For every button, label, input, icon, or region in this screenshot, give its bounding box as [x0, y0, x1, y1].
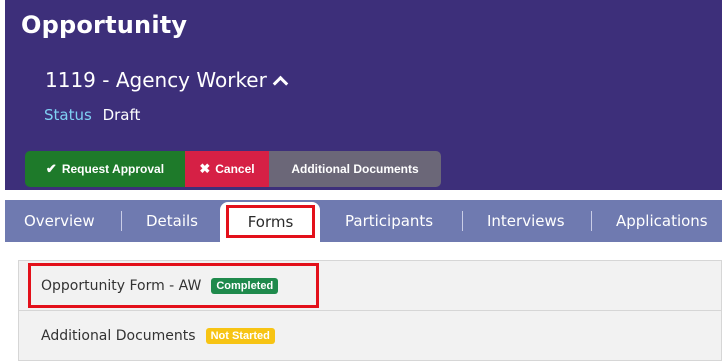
additional-documents-label: Additional Documents	[291, 162, 419, 176]
chevron-up-icon[interactable]	[272, 75, 289, 91]
page-title: Opportunity	[21, 11, 188, 39]
tab-divider	[591, 211, 592, 231]
request-approval-label: Request Approval	[61, 162, 165, 176]
additional-documents-button[interactable]: Additional Documents	[269, 151, 441, 187]
action-button-group: ✔ Request Approval ✖ Cancel Additional D…	[25, 151, 441, 187]
status-badge: Not Started	[205, 328, 275, 344]
close-icon: ✖	[199, 161, 211, 176]
tab-details[interactable]: Details	[146, 200, 198, 242]
tab-participants[interactable]: Participants	[345, 200, 433, 242]
form-name[interactable]: Additional Documents	[41, 328, 196, 344]
tab-divider	[121, 211, 122, 231]
checkmark-icon: ✔	[45, 161, 57, 176]
cancel-button[interactable]: ✖ Cancel	[185, 151, 269, 187]
tab-applications[interactable]: Applications	[616, 200, 708, 242]
record-title-text: 1119 - Agency Worker	[45, 68, 267, 92]
status-label: Status	[44, 106, 92, 124]
highlight-annotation	[28, 263, 319, 308]
cancel-label: Cancel	[215, 162, 255, 176]
status-line: Status Draft	[44, 106, 140, 124]
tab-bar: Overview Details Participants Interviews…	[5, 200, 722, 242]
list-item[interactable]: Additional Documents Not Started	[19, 311, 722, 361]
tab-divider	[462, 211, 463, 231]
tab-interviews[interactable]: Interviews	[487, 200, 565, 242]
tab-forms[interactable]: Forms	[226, 205, 315, 238]
status-value: Draft	[102, 106, 141, 124]
request-approval-button[interactable]: ✔ Request Approval	[25, 151, 185, 187]
record-title[interactable]: 1119 - Agency Worker	[45, 68, 289, 92]
tab-overview[interactable]: Overview	[24, 200, 95, 242]
